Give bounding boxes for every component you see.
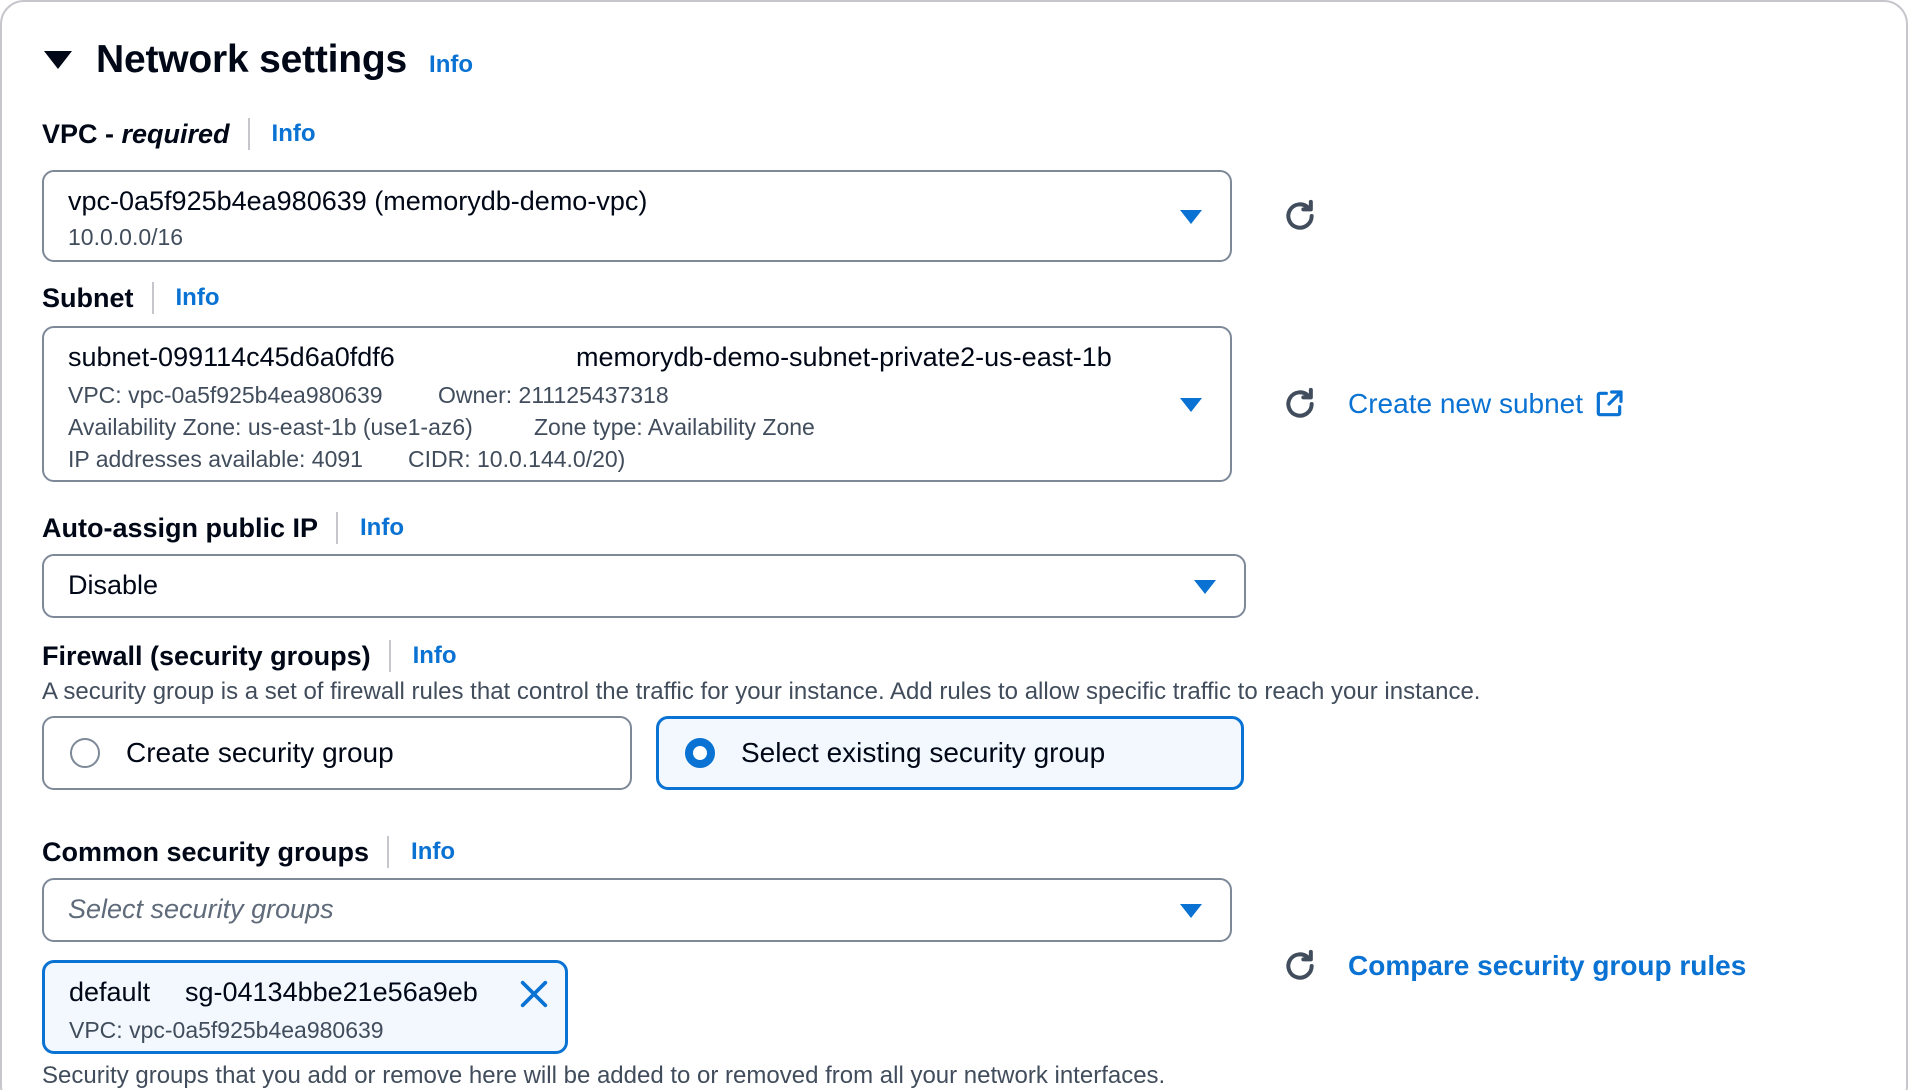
section-header[interactable]: Network settings Info (44, 38, 473, 82)
subnet-label-row: Subnet Info (42, 280, 219, 316)
chevron-down-icon (1180, 398, 1202, 412)
label-divider (336, 512, 339, 544)
public-ip-value: Disable (68, 570, 159, 600)
radio-existing-label: Select existing security group (741, 737, 1106, 768)
radio-create-label: Create security group (126, 737, 394, 768)
subnet-ips: IP addresses available: 4091 (68, 446, 363, 472)
external-link-icon (1596, 390, 1623, 417)
radio-checked-icon[interactable] (685, 738, 715, 768)
vpc-label: VPC - required (42, 118, 230, 149)
caret-down-icon[interactable] (44, 51, 72, 69)
subnet-cidr: CIDR: 10.0.144.0/20) (408, 446, 626, 472)
vpc-cidr: 10.0.0.0/16 (68, 224, 184, 250)
common-sg-footer: Security groups that you add or remove h… (42, 1062, 1166, 1089)
refresh-icon[interactable] (1280, 196, 1320, 236)
radio-create-security-group[interactable]: Create security group (42, 716, 632, 790)
remove-x-icon[interactable] (517, 977, 551, 1011)
firewall-description: A security group is a set of firewall ru… (42, 678, 1481, 705)
token-vpc: VPC: vpc-0a5f925b4ea980639 (69, 1017, 384, 1043)
public-ip-info-link[interactable]: Info (360, 514, 404, 542)
security-groups-select[interactable]: Select security groups (42, 878, 1232, 942)
public-ip-select[interactable]: Disable (42, 554, 1246, 618)
firewall-label-row: Firewall (security groups) Info (42, 638, 457, 674)
label-divider (151, 282, 154, 314)
common-sg-info-link[interactable]: Info (411, 838, 455, 866)
token-id: sg-04134bbe21e56a9eb (185, 977, 478, 1007)
security-group-token: default sg-04134bbe21e56a9eb VPC: vpc-0a… (42, 960, 568, 1054)
firewall-info-link[interactable]: Info (413, 642, 457, 670)
label-divider (387, 836, 390, 868)
token-name: default (69, 977, 151, 1007)
chevron-down-icon (1180, 210, 1202, 224)
chevron-down-icon (1180, 904, 1202, 918)
subnet-info-link[interactable]: Info (176, 284, 220, 312)
firewall-label: Firewall (security groups) (42, 640, 371, 671)
public-ip-label: Auto-assign public IP (42, 512, 319, 543)
subnet-name: memorydb-demo-subnet-private2-us-east-1b (576, 342, 1112, 372)
public-ip-label-row: Auto-assign public IP Info (42, 510, 404, 546)
create-new-subnet-label: Create new subnet (1348, 388, 1584, 419)
section-title: Network settings (96, 38, 408, 81)
refresh-icon[interactable] (1280, 946, 1320, 986)
subnet-owner: Owner: 211125437318 (438, 382, 669, 408)
subnet-zone-type: Zone type: Availability Zone (534, 414, 815, 440)
chevron-down-icon (1194, 580, 1216, 594)
security-groups-placeholder: Select security groups (68, 894, 334, 924)
subnet-vpc: VPC: vpc-0a5f925b4ea980639 (68, 382, 383, 408)
radio-select-existing-security-group[interactable]: Select existing security group (656, 716, 1244, 790)
common-sg-label-row: Common security groups Info (42, 834, 455, 870)
common-sg-label: Common security groups (42, 836, 370, 867)
section-info-link[interactable]: Info (429, 51, 473, 79)
label-divider (247, 118, 250, 150)
subnet-select[interactable]: subnet-099114c45d6a0fdf6 memorydb-demo-s… (42, 326, 1232, 482)
subnet-label: Subnet (42, 282, 134, 313)
vpc-value: vpc-0a5f925b4ea980639 (memorydb-demo-vpc… (68, 186, 648, 216)
vpc-select[interactable]: vpc-0a5f925b4ea980639 (memorydb-demo-vpc… (42, 170, 1232, 262)
create-new-subnet-link[interactable]: Create new subnet (1348, 386, 1625, 422)
vpc-info-link[interactable]: Info (272, 120, 316, 148)
radio-unchecked-icon[interactable] (70, 738, 100, 768)
compare-security-group-rules-link[interactable]: Compare security group rules (1348, 950, 1746, 982)
subnet-az: Availability Zone: us-east-1b (use1-az6) (68, 414, 473, 440)
subnet-id: subnet-099114c45d6a0fdf6 (68, 342, 395, 372)
label-divider (388, 640, 391, 672)
vpc-label-row: VPC - required Info (42, 116, 316, 152)
refresh-icon[interactable] (1280, 384, 1320, 424)
